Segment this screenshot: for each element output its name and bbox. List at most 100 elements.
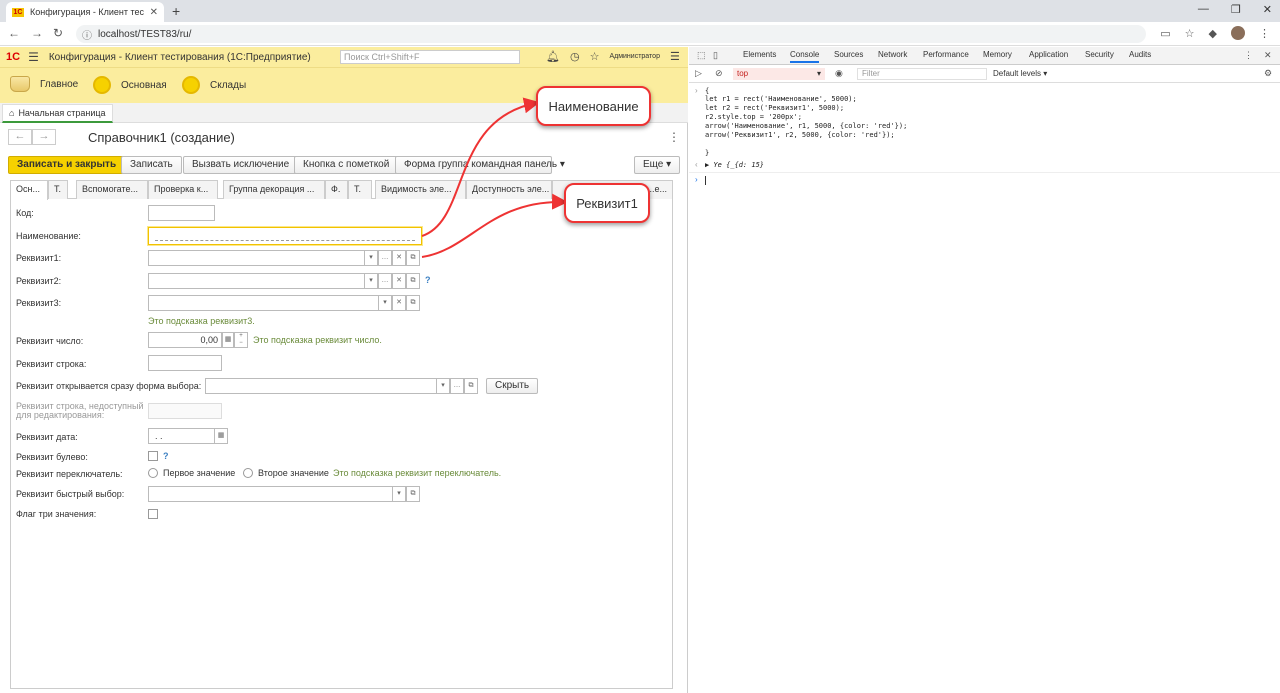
browser-tab[interactable]: 1С Конфигурация - Клиент тестиро ✕ <box>6 2 164 22</box>
settings-menu-icon[interactable]: ☰ <box>670 50 680 63</box>
tab-availability[interactable]: Доступность эле... <box>466 180 552 199</box>
extension-icon[interactable]: ◆ <box>1209 27 1217 40</box>
tab-home-page[interactable]: ⌂ Начальная страница <box>2 104 113 123</box>
console-line: } <box>705 149 710 157</box>
tab-t2[interactable]: Т. <box>348 180 372 199</box>
console-line: arrow('Реквизит1', r2, 5000, {color: 're… <box>705 131 895 139</box>
eye-icon[interactable]: ◉ <box>835 68 843 79</box>
cast-icon[interactable]: ▭ <box>1160 27 1170 40</box>
device-toolbar-icon[interactable]: ▯ <box>713 50 718 61</box>
tab-t1[interactable]: Т. <box>48 180 68 199</box>
url-field[interactable]: ⓘ localhost/TEST83/ru/ <box>76 25 1146 43</box>
1c-logo: 1С <box>6 51 21 63</box>
devtools-tab-elements[interactable]: Elements <box>743 50 776 59</box>
console-result[interactable]: ▶ Ye {_{d: 15} <box>705 161 764 169</box>
address-bar: ← → ↻ ⓘ localhost/TEST83/ru/ ▭ ☆ ◆ ⋮ <box>0 22 1280 46</box>
devtools-tab-bar: ⬚ ▯ Elements Console Sources Network Per… <box>689 47 1280 65</box>
devtools-menu-icon[interactable]: ⋮ <box>1244 50 1253 61</box>
tab-f[interactable]: Ф. <box>325 180 348 199</box>
console-line: let r1 = rect('Наименование', 5000); <box>705 95 857 103</box>
menu-icon[interactable]: ⋮ <box>1259 27 1270 40</box>
devtools-tab-security[interactable]: Security <box>1085 50 1114 59</box>
form-more-icon[interactable]: ⋮ <box>668 130 680 144</box>
raise-exception-button[interactable]: Вызвать исключение <box>183 156 299 174</box>
section-warehouses[interactable]: Склады <box>182 76 246 94</box>
close-icon[interactable]: ✕ <box>150 7 158 18</box>
console-line: { <box>705 87 710 95</box>
new-tab-icon[interactable]: + <box>172 3 180 19</box>
restore-icon[interactable]: ❐ <box>1231 3 1241 16</box>
clear-console-icon[interactable]: ⊘ <box>715 68 723 79</box>
devtools-close-icon[interactable]: ✕ <box>1264 50 1272 61</box>
section-label: Главное <box>40 78 79 90</box>
circle-section-icon <box>93 76 111 94</box>
devtools-tab-memory[interactable]: Memory <box>983 50 1012 59</box>
context-dropdown-icon: ▾ <box>816 69 821 78</box>
form-title: Справочник1 (создание) <box>88 130 235 145</box>
console-settings-icon[interactable]: ⚙ <box>1264 68 1272 79</box>
tab-main[interactable]: Осн... <box>10 180 48 200</box>
checked-button[interactable]: Кнопка с пометкой <box>294 156 399 174</box>
profile-avatar-icon[interactable] <box>1231 26 1245 40</box>
console-line: r2.style.top = '200px'; <box>705 113 802 121</box>
devtools-tab-sources[interactable]: Sources <box>834 50 863 59</box>
browser-tab-title: Конфигурация - Клиент тестиро <box>30 7 144 17</box>
minimize-icon[interactable]: — <box>1198 3 1209 16</box>
console-toolbar: ▷ ⊘ top ▾ ◉ Filter Default levels ▾ ⚙ <box>689 65 1280 83</box>
circle-section-icon <box>182 76 200 94</box>
home-section-icon <box>10 76 30 92</box>
toolbar-icons: ▭ ☆ ◆ ⋮ <box>1160 26 1270 40</box>
tab-auxiliary[interactable]: Вспомогате... <box>76 180 148 199</box>
section-basic[interactable]: Основная <box>93 76 167 94</box>
info-icon[interactable]: ⓘ <box>82 27 92 42</box>
more-button[interactable]: Еще ▾ <box>634 156 681 174</box>
save-and-close-button[interactable]: Записать и закрыть <box>8 156 126 174</box>
console-line: let r2 = rect('Реквизит1', 5000); <box>705 104 845 112</box>
app-search-input[interactable]: Поиск Ctrl+Shift+F <box>340 50 520 64</box>
bell-icon[interactable]: 🔔︎ <box>546 50 560 63</box>
history-icon[interactable]: ◷ <box>570 50 580 63</box>
levels-label: Default levels <box>993 69 1042 78</box>
tab-decoration-group[interactable]: Группа декорация ... <box>223 180 325 199</box>
devtools-tab-application[interactable]: Application <box>1029 50 1068 59</box>
console-line: arrow('Наименование', r1, 5000, {color: … <box>705 122 908 130</box>
devtools-tab-performance[interactable]: Performance <box>923 50 969 59</box>
section-main[interactable]: Главное <box>10 76 78 92</box>
url-text: localhost/TEST83/ru/ <box>98 28 192 40</box>
close-window-icon[interactable]: ✕ <box>1263 3 1272 16</box>
inspect-icon[interactable]: ⬚ <box>697 50 706 61</box>
forward-icon[interactable]: → <box>31 26 43 40</box>
devtools-tab-network[interactable]: Network <box>878 50 907 59</box>
tab-check[interactable]: Проверка к... <box>148 180 218 199</box>
home-tab-label: Начальная страница <box>18 108 106 118</box>
tab-visibility[interactable]: Видимость эле... <box>375 180 466 199</box>
input-chevron-icon: › <box>695 86 698 95</box>
1c-favicon-icon: 1С <box>12 7 24 17</box>
command-panel-group-button[interactable]: Форма группа командная панель ▾ <box>395 156 565 174</box>
app-header: 1С ☰ Конфигурация - Клиент тестирования … <box>0 47 688 67</box>
back-icon[interactable]: ← <box>8 26 20 40</box>
home-icon: ⌂ <box>9 108 15 118</box>
hamburger-icon[interactable]: ☰ <box>28 50 39 64</box>
devtools-tab-audits[interactable]: Audits <box>1129 50 1151 59</box>
user-name[interactable]: Администратор <box>609 53 660 60</box>
more-label: Еще <box>643 159 664 170</box>
command-panel-group-label: Форма группа командная панель <box>404 159 558 170</box>
levels-dropdown[interactable]: Default levels ▾ <box>993 69 1047 78</box>
star-icon[interactable]: ☆ <box>1185 27 1195 40</box>
header-icons: 🔔︎ ◷ ☆ Администратор ☰ <box>546 50 680 63</box>
context-select[interactable]: top ▾ <box>733 68 825 80</box>
console-caret[interactable] <box>705 176 706 185</box>
form-back-button[interactable]: ← <box>8 129 32 145</box>
console-filter-input[interactable]: Filter <box>857 68 987 80</box>
reload-icon[interactable]: ↻ <box>53 26 63 40</box>
favorites-star-icon[interactable]: ☆ <box>590 50 600 63</box>
form-navigation: ← → <box>8 129 56 145</box>
callout-name: Наименование <box>536 86 651 126</box>
sidebar-toggle-icon[interactable]: ▷ <box>695 68 702 79</box>
save-button[interactable]: Записать <box>121 156 182 174</box>
form-forward-button[interactable]: → <box>32 129 56 145</box>
devtools-tab-console[interactable]: Console <box>790 50 820 63</box>
result-chevron-icon: ‹ <box>695 160 698 169</box>
section-label: Основная <box>121 79 167 91</box>
